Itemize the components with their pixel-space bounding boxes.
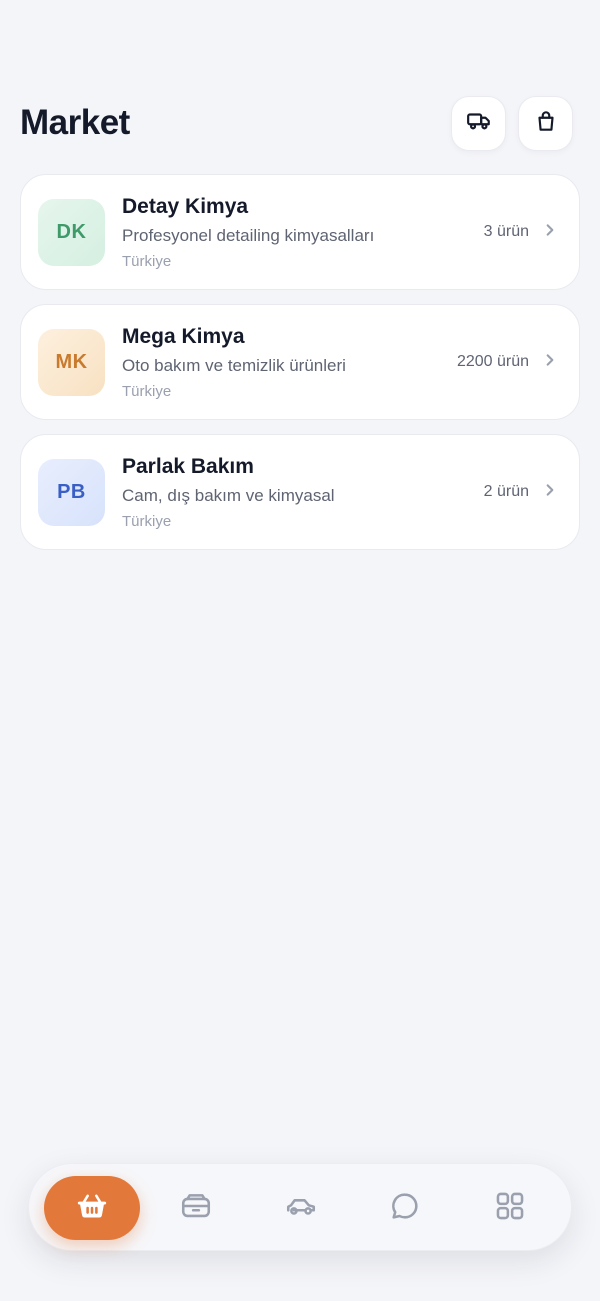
inbox-icon — [179, 1189, 213, 1228]
header: Market — [20, 94, 573, 152]
store-country: Türkiye — [122, 252, 172, 270]
store-card-mega-kimya[interactable]: MK Mega Kimya Oto bakım ve temizlik ürün… — [20, 304, 580, 420]
bottom-nav — [28, 1163, 572, 1251]
store-list: DK Detay Kimya Profesyonel detailing kim… — [20, 174, 580, 564]
chat-icon — [388, 1189, 422, 1228]
store-info: Mega Kimya Oto bakım ve temizlik ürünler… — [122, 324, 457, 401]
store-description: Profesyonel detailing kimyasalları — [122, 225, 375, 245]
header-actions — [451, 95, 573, 151]
shopping-bag-icon — [533, 108, 559, 139]
store-name: Parlak Bakım — [122, 454, 254, 478]
truck-icon — [466, 108, 492, 139]
store-name: Mega Kimya — [122, 324, 245, 348]
nav-orders[interactable] — [148, 1176, 244, 1240]
chevron-right-icon — [543, 223, 557, 242]
product-count: 2200 ürün — [456, 353, 529, 370]
car-icon — [284, 1189, 318, 1228]
chevron-right-icon — [543, 483, 557, 502]
store-description: Cam, dış bakım ve kimyasal — [122, 485, 335, 505]
product-count: 2 ürün — [483, 483, 529, 500]
page-title: Market — [20, 103, 130, 142]
store-initials: MK — [55, 350, 88, 373]
store-country: Türkiye — [122, 512, 172, 530]
grid-icon — [493, 1189, 527, 1228]
cart-button[interactable] — [518, 95, 573, 151]
store-info: Detay Kimya Profesyonel detailing kimyas… — [122, 194, 484, 271]
basket-icon — [75, 1189, 109, 1228]
store-avatar: MK — [38, 328, 105, 396]
store-description: Oto bakım ve temizlik ürünleri — [122, 355, 346, 375]
nav-more[interactable] — [462, 1176, 558, 1240]
store-info: Parlak Bakım Cam, dış bakım ve kimyasal … — [122, 454, 484, 531]
store-card-parlak-bakim[interactable]: PB Parlak Bakım Cam, dış bakım ve kimyas… — [20, 434, 580, 550]
nav-vehicles[interactable] — [253, 1176, 349, 1240]
store-name: Detay Kimya — [122, 194, 249, 218]
nav-market[interactable] — [44, 1176, 140, 1240]
store-initials: PB — [57, 480, 86, 503]
store-avatar: DK — [38, 198, 105, 266]
delivery-button[interactable] — [451, 95, 506, 151]
store-initials: DK — [56, 220, 87, 243]
chevron-right-icon — [543, 353, 557, 372]
product-count: 3 ürün — [483, 223, 529, 240]
market-screen: Market DK Detay Kimya Profesyonel detail… — [0, 0, 600, 1301]
store-card-detay-kimya[interactable]: DK Detay Kimya Profesyonel detailing kim… — [20, 174, 580, 290]
store-country: Türkiye — [122, 382, 172, 400]
store-avatar: PB — [38, 458, 105, 526]
nav-messages[interactable] — [357, 1176, 453, 1240]
